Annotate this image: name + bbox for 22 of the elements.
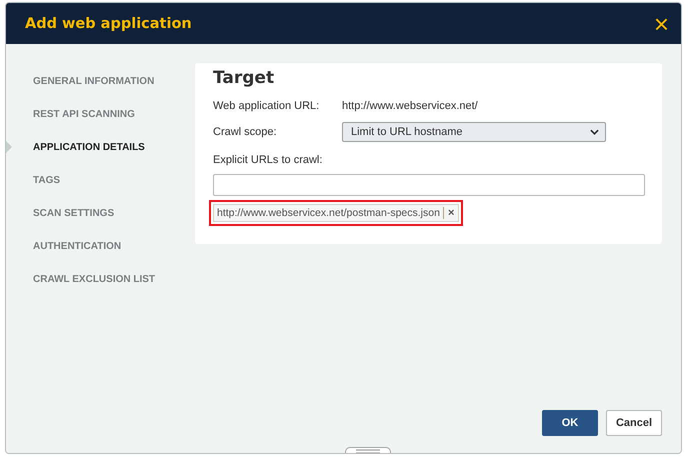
remove-button[interactable]: × — [444, 207, 458, 219]
sidebar-item[interactable]: GENERAL INFORMATION — [33, 76, 154, 86]
sidebar-item[interactable]: REST API SCANNING — [33, 108, 135, 120]
pointer-icon — [6, 141, 12, 153]
input-field[interactable] — [213, 174, 645, 196]
field-label: Explicit URLs to crawl: — [213, 154, 324, 166]
ok-button[interactable]: OK — [542, 410, 598, 436]
scope-dropdown[interactable]: Limit to URL hostname — [342, 122, 606, 142]
field-label: Crawl scope: — [213, 126, 278, 138]
tag-text: http://www.webservicex.net/postman-specs.json — [214, 207, 444, 219]
sidebar-item[interactable]: CRAWL EXCLUSION LIST — [33, 274, 156, 284]
chevron-icon — [590, 129, 599, 135]
close-button[interactable]: × — [654, 10, 669, 36]
section-heading: Target — [213, 68, 276, 88]
sidebar-item[interactable]: APPLICATION DETAILS — [33, 142, 145, 152]
cancel-button[interactable]: Cancel — [606, 410, 662, 436]
window-title: Add web application — [25, 16, 192, 32]
sidebar-item[interactable]: SCAN SETTINGS — [33, 208, 114, 218]
sidebar-item[interactable]: AUTHENTICATION — [33, 240, 122, 252]
sidebar-item[interactable]: TAGS — [33, 174, 60, 186]
url-value: http://www.webservicex.net/ — [342, 100, 478, 112]
field-label: Web application URL: — [213, 100, 320, 112]
